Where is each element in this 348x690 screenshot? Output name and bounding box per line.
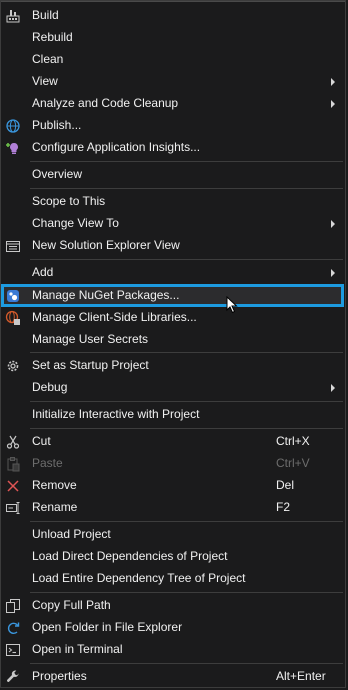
menu-item-label: Set as Startup Project — [32, 358, 149, 372]
menu-item-label: Copy Full Path — [32, 598, 111, 612]
menu-item-label: Initialize Interactive with Project — [32, 407, 200, 421]
menu-item-label: Open in Terminal — [32, 642, 123, 656]
menu-item-app-insights[interactable]: Configure Application Insights... — [1, 137, 345, 159]
menu-item-copy-full-path[interactable]: Copy Full Path — [1, 595, 345, 617]
menu-item-debug[interactable]: Debug — [1, 377, 345, 399]
menu-item-label: Paste — [32, 456, 63, 470]
shortcut-label: Alt+Enter — [276, 669, 326, 683]
submenu-arrow-icon — [331, 220, 335, 228]
menu-item-label: Manage NuGet Packages... — [32, 288, 180, 302]
solution-explorer-icon — [6, 241, 20, 252]
menu-item-rename[interactable]: Rename F2 — [1, 497, 345, 519]
menu-item-cut[interactable]: Cut Ctrl+X — [1, 431, 345, 453]
nuget-icon — [7, 290, 19, 302]
menu-item-add[interactable]: Add — [1, 262, 345, 284]
menu-item-set-as-startup-project[interactable]: Set as Startup Project — [1, 355, 345, 377]
separator — [30, 428, 343, 429]
shortcut-label: Ctrl+X — [276, 434, 310, 448]
menu-item-label: Rebuild — [32, 30, 73, 44]
separator — [30, 352, 343, 353]
menu-item-view[interactable]: View — [1, 71, 345, 93]
menu-item-remove[interactable]: Remove Del — [1, 475, 345, 497]
submenu-arrow-icon — [331, 269, 335, 277]
shortcut-label: Ctrl+V — [276, 456, 310, 470]
menu-item-initialize-interactive[interactable]: Initialize Interactive with Project — [1, 404, 345, 426]
menu-item-publish[interactable]: Publish... — [1, 115, 345, 137]
scissors-icon — [6, 435, 20, 449]
menu-item-manage-client-side-libraries[interactable]: Manage Client-Side Libraries... — [1, 307, 345, 329]
shortcut-label: F2 — [276, 500, 291, 514]
menu-item-label: Load Entire Dependency Tree of Project — [32, 571, 246, 585]
menu-item-new-solution-explorer-view[interactable]: New Solution Explorer View — [1, 235, 345, 257]
menu-item-label: Configure Application Insights... — [32, 140, 201, 154]
submenu-arrow-icon — [331, 78, 335, 86]
menu-item-label: Add — [32, 265, 54, 279]
menu-item-load-direct-dependencies[interactable]: Load Direct Dependencies of Project — [1, 546, 345, 568]
menu-item-load-entire-dependency-tree[interactable]: Load Entire Dependency Tree of Project — [1, 568, 345, 590]
open-folder-icon — [7, 622, 20, 635]
menu-item-label: Build — [32, 8, 59, 22]
menu-item-build[interactable]: Build — [1, 5, 345, 27]
rename-icon — [6, 502, 20, 514]
menu-item-label: Open Folder in File Explorer — [32, 620, 183, 634]
mouse-cursor-icon — [226, 296, 238, 314]
menu-item-label: Scope to This — [32, 194, 106, 208]
submenu-arrow-icon — [331, 100, 335, 108]
build-icon — [6, 10, 20, 23]
menu-item-rebuild[interactable]: Rebuild — [1, 27, 345, 49]
menu-item-label: Publish... — [32, 118, 82, 132]
menu-item-label: Analyze and Code Cleanup — [32, 96, 179, 110]
menu-item-scope-to-this[interactable]: Scope to This — [1, 191, 345, 213]
gear-icon — [7, 360, 19, 372]
menu-item-label: Rename — [32, 500, 78, 514]
menu-item-manage-nuget-packages[interactable]: Manage NuGet Packages... — [1, 285, 345, 307]
menu-item-overview[interactable]: Overview — [1, 164, 345, 186]
separator — [30, 401, 343, 402]
menu-item-clean[interactable]: Clean — [1, 49, 345, 71]
menu-item-unload-project[interactable]: Unload Project — [1, 524, 345, 546]
menu-item-label: Load Direct Dependencies of Project — [32, 549, 228, 563]
menu-item-open-in-terminal[interactable]: Open in Terminal — [1, 639, 345, 661]
menu-item-paste: Paste Ctrl+V — [1, 453, 345, 475]
menu-item-label: Manage Client-Side Libraries... — [32, 310, 197, 324]
menu-item-label: Unload Project — [32, 527, 111, 541]
globe-publish-icon — [6, 119, 20, 133]
menu-item-label: Manage User Secrets — [32, 332, 149, 346]
menu-item-manage-user-secrets[interactable]: Manage User Secrets — [1, 329, 345, 351]
submenu-arrow-icon — [331, 384, 335, 392]
wrench-icon — [6, 670, 19, 682]
remove-x-icon — [7, 480, 19, 492]
menu-item-label: Debug — [32, 380, 68, 394]
menu-item-open-folder-in-file-explorer[interactable]: Open Folder in File Explorer — [1, 617, 345, 639]
menu-item-label: Overview — [32, 167, 83, 181]
menu-item-change-view-to[interactable]: Change View To — [1, 213, 345, 235]
shortcut-label: Del — [276, 478, 295, 492]
separator — [30, 663, 343, 664]
menu-item-label: Change View To — [32, 216, 119, 230]
menu-item-label: View — [32, 74, 58, 88]
menu-item-label: Cut — [32, 434, 51, 448]
separator — [30, 161, 343, 162]
client-libraries-icon — [5, 310, 20, 325]
menu-item-label: New Solution Explorer View — [32, 238, 180, 252]
terminal-icon — [6, 644, 20, 656]
solution-explorer-context-menu: Build Rebuild Clean View Analyze and Cod… — [0, 0, 346, 688]
menu-top-border — [1, 1, 345, 2]
separator — [30, 521, 343, 522]
menu-item-label: Clean — [32, 52, 64, 66]
menu-item-label: Properties — [32, 669, 87, 683]
menu-item-analyze[interactable]: Analyze and Code Cleanup — [1, 93, 345, 115]
copy-icon — [6, 599, 20, 613]
separator — [30, 259, 343, 260]
paste-icon — [7, 457, 20, 472]
app-insights-icon — [6, 143, 18, 154]
separator — [30, 592, 343, 593]
menu-item-label: Remove — [32, 478, 77, 492]
separator — [30, 188, 343, 189]
menu-item-properties[interactable]: Properties Alt+Enter — [1, 666, 345, 688]
